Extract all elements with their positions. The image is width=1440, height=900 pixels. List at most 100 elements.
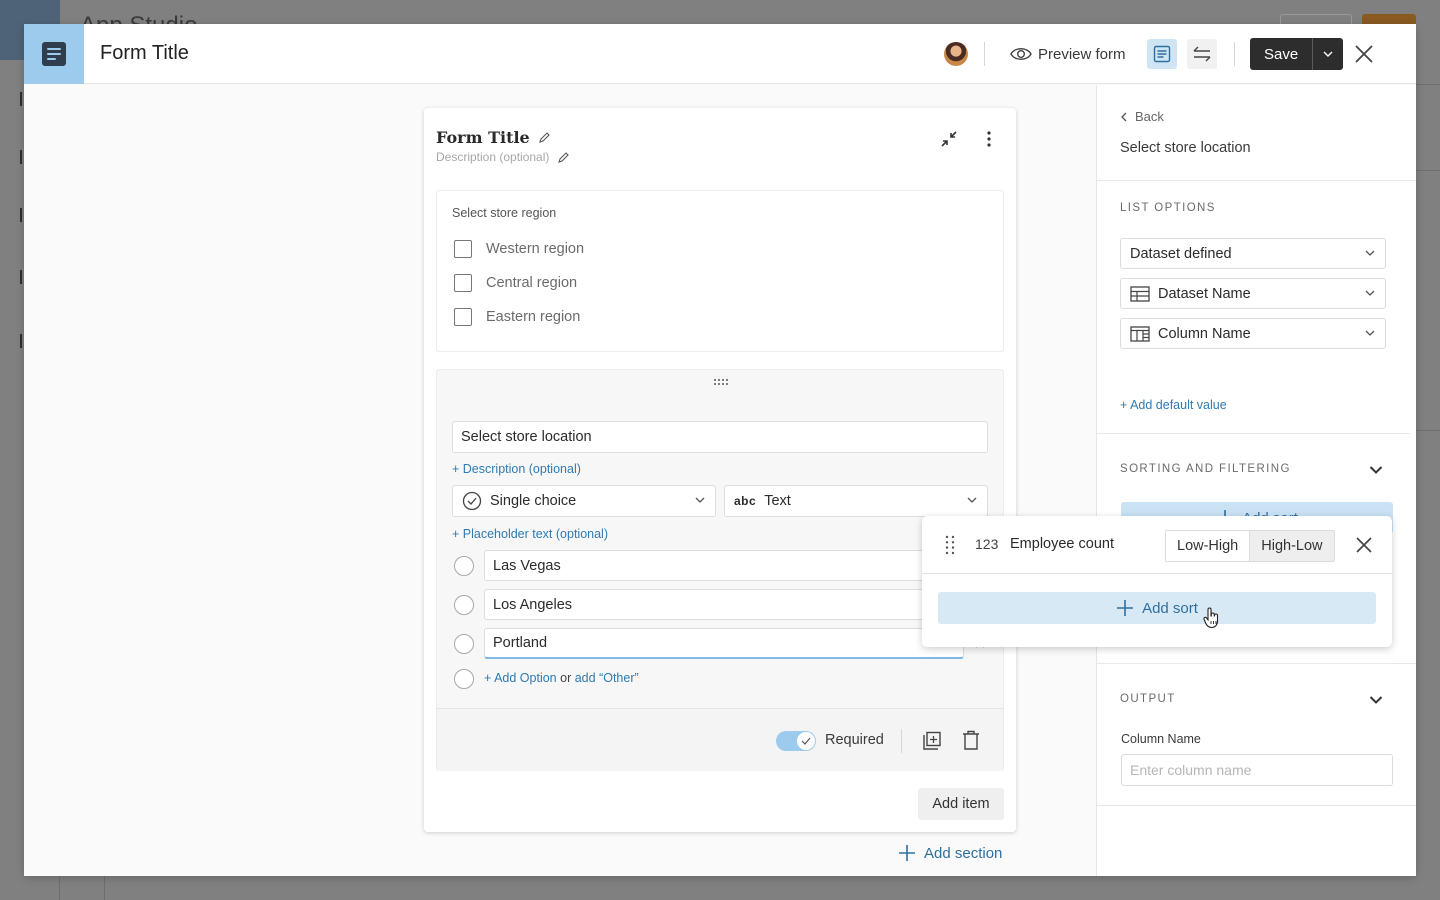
output-header: OUTPUT xyxy=(1120,693,1176,705)
option-input[interactable]: Los Angeles xyxy=(484,589,964,620)
add-option-link[interactable]: + Add Option xyxy=(484,671,557,685)
chevron-down-icon[interactable] xyxy=(1369,465,1383,475)
properties-panel: Back Select store location LIST OPTIONS … xyxy=(1096,85,1416,876)
radio-option-marker[interactable] xyxy=(454,556,474,576)
question-title-input[interactable]: Select store location xyxy=(452,421,988,453)
preview-form-button[interactable]: Preview form xyxy=(1010,40,1126,68)
checkbox-option[interactable]: Central region xyxy=(454,274,577,292)
column-select[interactable]: Column Name xyxy=(1120,318,1386,349)
checkbox-option[interactable]: Eastern region xyxy=(454,308,580,326)
trash-icon[interactable] xyxy=(962,730,980,750)
logic-view-button[interactable] xyxy=(1187,39,1217,69)
checkbox-option[interactable]: Western region xyxy=(454,240,584,258)
panel-title: Select store location xyxy=(1120,140,1251,156)
radio-option-marker[interactable] xyxy=(454,634,474,654)
save-options-button[interactable] xyxy=(1312,38,1344,70)
toggle-knob xyxy=(797,732,815,750)
option-label: Central region xyxy=(486,275,578,291)
radio-option-marker xyxy=(454,669,474,689)
duplicate-icon[interactable] xyxy=(922,731,942,751)
sort-popover: 123 Employee count Low-High High-Low Add… xyxy=(922,516,1392,647)
close-icon[interactable] xyxy=(1352,42,1376,66)
add-sort-popover-label: Add sort xyxy=(1142,599,1198,617)
add-sort-popover-button[interactable]: Add sort xyxy=(938,592,1376,624)
chevron-down-icon xyxy=(1365,290,1375,296)
or-text: or xyxy=(560,671,572,685)
option-label: Western region xyxy=(486,241,585,257)
modal-header: Form Title Preview form Save xyxy=(24,24,1416,84)
check-icon xyxy=(801,737,811,745)
back-label: Back xyxy=(1135,109,1164,124)
hand-cursor-icon xyxy=(1203,607,1219,629)
form-description[interactable]: Description (optional) xyxy=(436,150,570,164)
form-document-icon xyxy=(42,42,66,66)
question-store-region[interactable]: Select store region Western region Centr… xyxy=(436,190,1004,352)
chevron-down-icon xyxy=(1365,250,1375,256)
check-circle-icon xyxy=(462,491,482,511)
chevron-left-icon xyxy=(1121,112,1127,121)
checkbox[interactable] xyxy=(454,274,472,292)
form-view-button[interactable] xyxy=(1147,39,1177,69)
remove-sort-icon[interactable] xyxy=(1354,535,1374,555)
pencil-icon[interactable] xyxy=(538,131,551,144)
column-table-icon xyxy=(1130,325,1150,342)
add-other-link[interactable]: add “Other” xyxy=(575,671,639,685)
user-avatar[interactable] xyxy=(944,42,968,66)
add-placeholder-link[interactable]: + Placeholder text (optional) xyxy=(452,527,608,541)
chevron-down-icon[interactable] xyxy=(1369,695,1383,705)
panel-divider xyxy=(1097,180,1416,181)
radio-option-marker[interactable] xyxy=(454,595,474,615)
plus-icon xyxy=(899,845,915,861)
form-description-text: Description (optional) xyxy=(436,150,550,164)
add-section-button[interactable]: Add section xyxy=(898,844,1002,862)
backdrop-divider xyxy=(1416,84,1440,85)
required-label: Required xyxy=(825,732,884,748)
drag-handle-icon[interactable] xyxy=(713,378,729,386)
question-footer: Required xyxy=(437,708,1003,771)
list-options-header: LIST OPTIONS xyxy=(1120,202,1216,214)
modal-title: Form Title xyxy=(100,42,189,64)
dataset-select[interactable]: Dataset Name xyxy=(1120,278,1386,309)
required-toggle[interactable] xyxy=(776,731,816,751)
document-lines-icon xyxy=(1153,45,1171,63)
add-item-button[interactable]: Add item xyxy=(918,788,1004,820)
footer-divider xyxy=(901,729,902,753)
number-type-icon: 123 xyxy=(975,536,999,552)
list-source-value: Dataset defined xyxy=(1130,245,1232,262)
option-input[interactable]: Las Vegas xyxy=(484,550,964,581)
preview-form-label: Preview form xyxy=(1038,45,1126,63)
question-type-select[interactable]: Single choice xyxy=(452,485,716,517)
drag-handle-icon[interactable] xyxy=(944,535,956,555)
column-name-input[interactable] xyxy=(1121,754,1393,786)
backdrop-divider xyxy=(59,876,60,900)
data-type-select[interactable]: abc Text xyxy=(724,485,988,517)
add-section-label: Add section xyxy=(924,844,1003,862)
checkbox[interactable] xyxy=(454,240,472,258)
data-type-value: Text xyxy=(764,493,791,509)
pencil-icon[interactable] xyxy=(557,151,570,164)
chevron-down-icon xyxy=(695,497,705,503)
list-source-select[interactable]: Dataset defined xyxy=(1120,238,1386,269)
form-editor-modal: Form Title Preview form Save Form Title xyxy=(24,24,1416,876)
add-default-value-link[interactable]: + Add default value xyxy=(1120,398,1227,412)
more-vertical-icon[interactable] xyxy=(979,129,999,149)
form-title[interactable]: Form Title xyxy=(436,128,551,147)
sort-high-low-option[interactable]: High-Low xyxy=(1249,531,1334,561)
checkbox[interactable] xyxy=(454,308,472,326)
option-input-focused[interactable]: Portland xyxy=(484,628,964,659)
back-button[interactable]: Back xyxy=(1121,109,1164,124)
dataset-value: Dataset Name xyxy=(1158,285,1251,302)
eye-icon xyxy=(1010,48,1032,60)
collapse-icon[interactable] xyxy=(939,129,959,149)
panel-divider xyxy=(1097,663,1416,664)
sort-low-high-option[interactable]: Low-High xyxy=(1166,531,1249,561)
save-button-group: Save xyxy=(1250,38,1344,70)
backdrop-divider xyxy=(1416,430,1440,431)
sorting-filtering-header: SORTING AND FILTERING xyxy=(1120,463,1291,475)
add-option-row: + Add Option or add “Other” xyxy=(484,671,639,685)
save-button[interactable]: Save xyxy=(1250,38,1313,70)
add-description-link[interactable]: + Description (optional) xyxy=(452,462,581,476)
chevron-down-icon xyxy=(1365,330,1375,336)
chevron-down-icon xyxy=(1323,51,1333,57)
panel-divider xyxy=(1097,805,1416,806)
